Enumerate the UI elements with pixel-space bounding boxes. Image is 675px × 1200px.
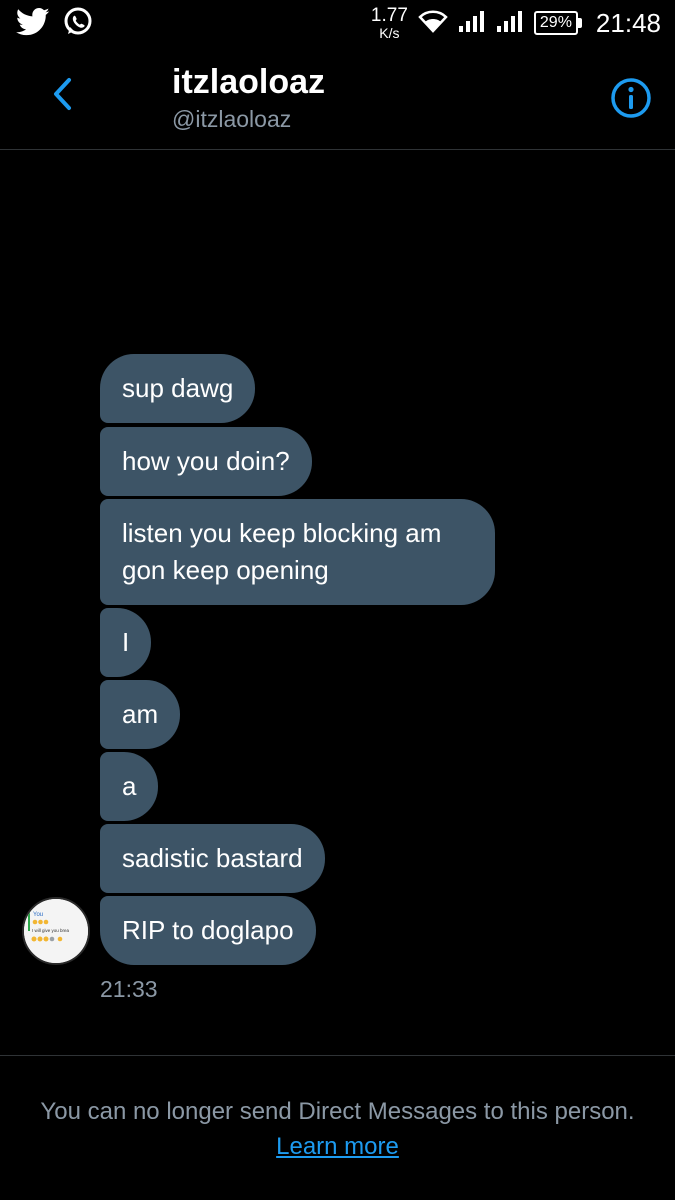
chevron-left-icon [51,77,73,116]
message-bubble[interactable]: a [100,752,159,821]
avatar-text-1: You [33,912,43,918]
twitter-icon [15,7,50,42]
conversation-title[interactable]: itzlaoloaz @itzlaoloaz [172,62,325,134]
battery-percent: 29% [533,11,578,35]
message-list: sup dawg how you doin? listen you keep b… [0,150,675,1055]
message-bubble[interactable]: sadistic bastard [100,824,325,893]
message-bubble[interactable]: how you doin? [100,427,312,496]
net-speed-unit: K/s [379,25,400,41]
avatar-image: You I will give you brea [24,899,88,963]
back-button[interactable] [40,74,84,118]
notification-icons [15,6,94,43]
signal-icon [496,9,524,38]
dm-disabled-notice: You can no longer send Direct Messages t… [40,1094,635,1164]
system-status: 1.77 K/s 29% 21:48 [371,6,661,40]
user-handle: @itzlaoloaz [172,106,292,132]
signal-icon [458,9,486,38]
learn-more-link[interactable]: Learn more [276,1133,399,1160]
avatar-text-2: I will give you brea [32,928,70,933]
message-bubble[interactable]: am [100,680,181,749]
battery-icon: 29% [533,11,582,35]
dm-disabled-footer: You can no longer send Direct Messages t… [0,1055,675,1200]
net-speed-value: 1.77 [370,5,408,26]
network-speed: 1.77 K/s [371,6,408,40]
avatar[interactable]: You I will give you brea [22,897,90,965]
status-clock: 21:48 [595,7,661,38]
status-bar: 1.77 K/s 29% 21:48 [0,0,675,48]
battery-tip [577,18,582,28]
message-bubble[interactable]: I [100,608,152,677]
dm-conversation-screen: 1.77 K/s 29% 21:48 itzlaoloaz @itzlaoloa… [0,0,675,1200]
display-name: itzlaoloaz [172,63,326,101]
whatsapp-icon [62,6,94,43]
message-bubble[interactable]: sup dawg [100,354,256,423]
conversation-header: itzlaoloaz @itzlaoloaz [0,48,675,150]
message-timestamp: 21:33 [100,976,158,1002]
message-bubble[interactable]: RIP to doglapo [100,896,316,965]
notice-text: You can no longer send Direct Messages t… [40,1098,635,1125]
message-bubble[interactable]: listen you keep blocking am gon keep ope… [100,499,495,605]
info-icon [609,78,653,124]
info-button[interactable] [609,76,653,120]
wifi-icon [418,9,448,38]
